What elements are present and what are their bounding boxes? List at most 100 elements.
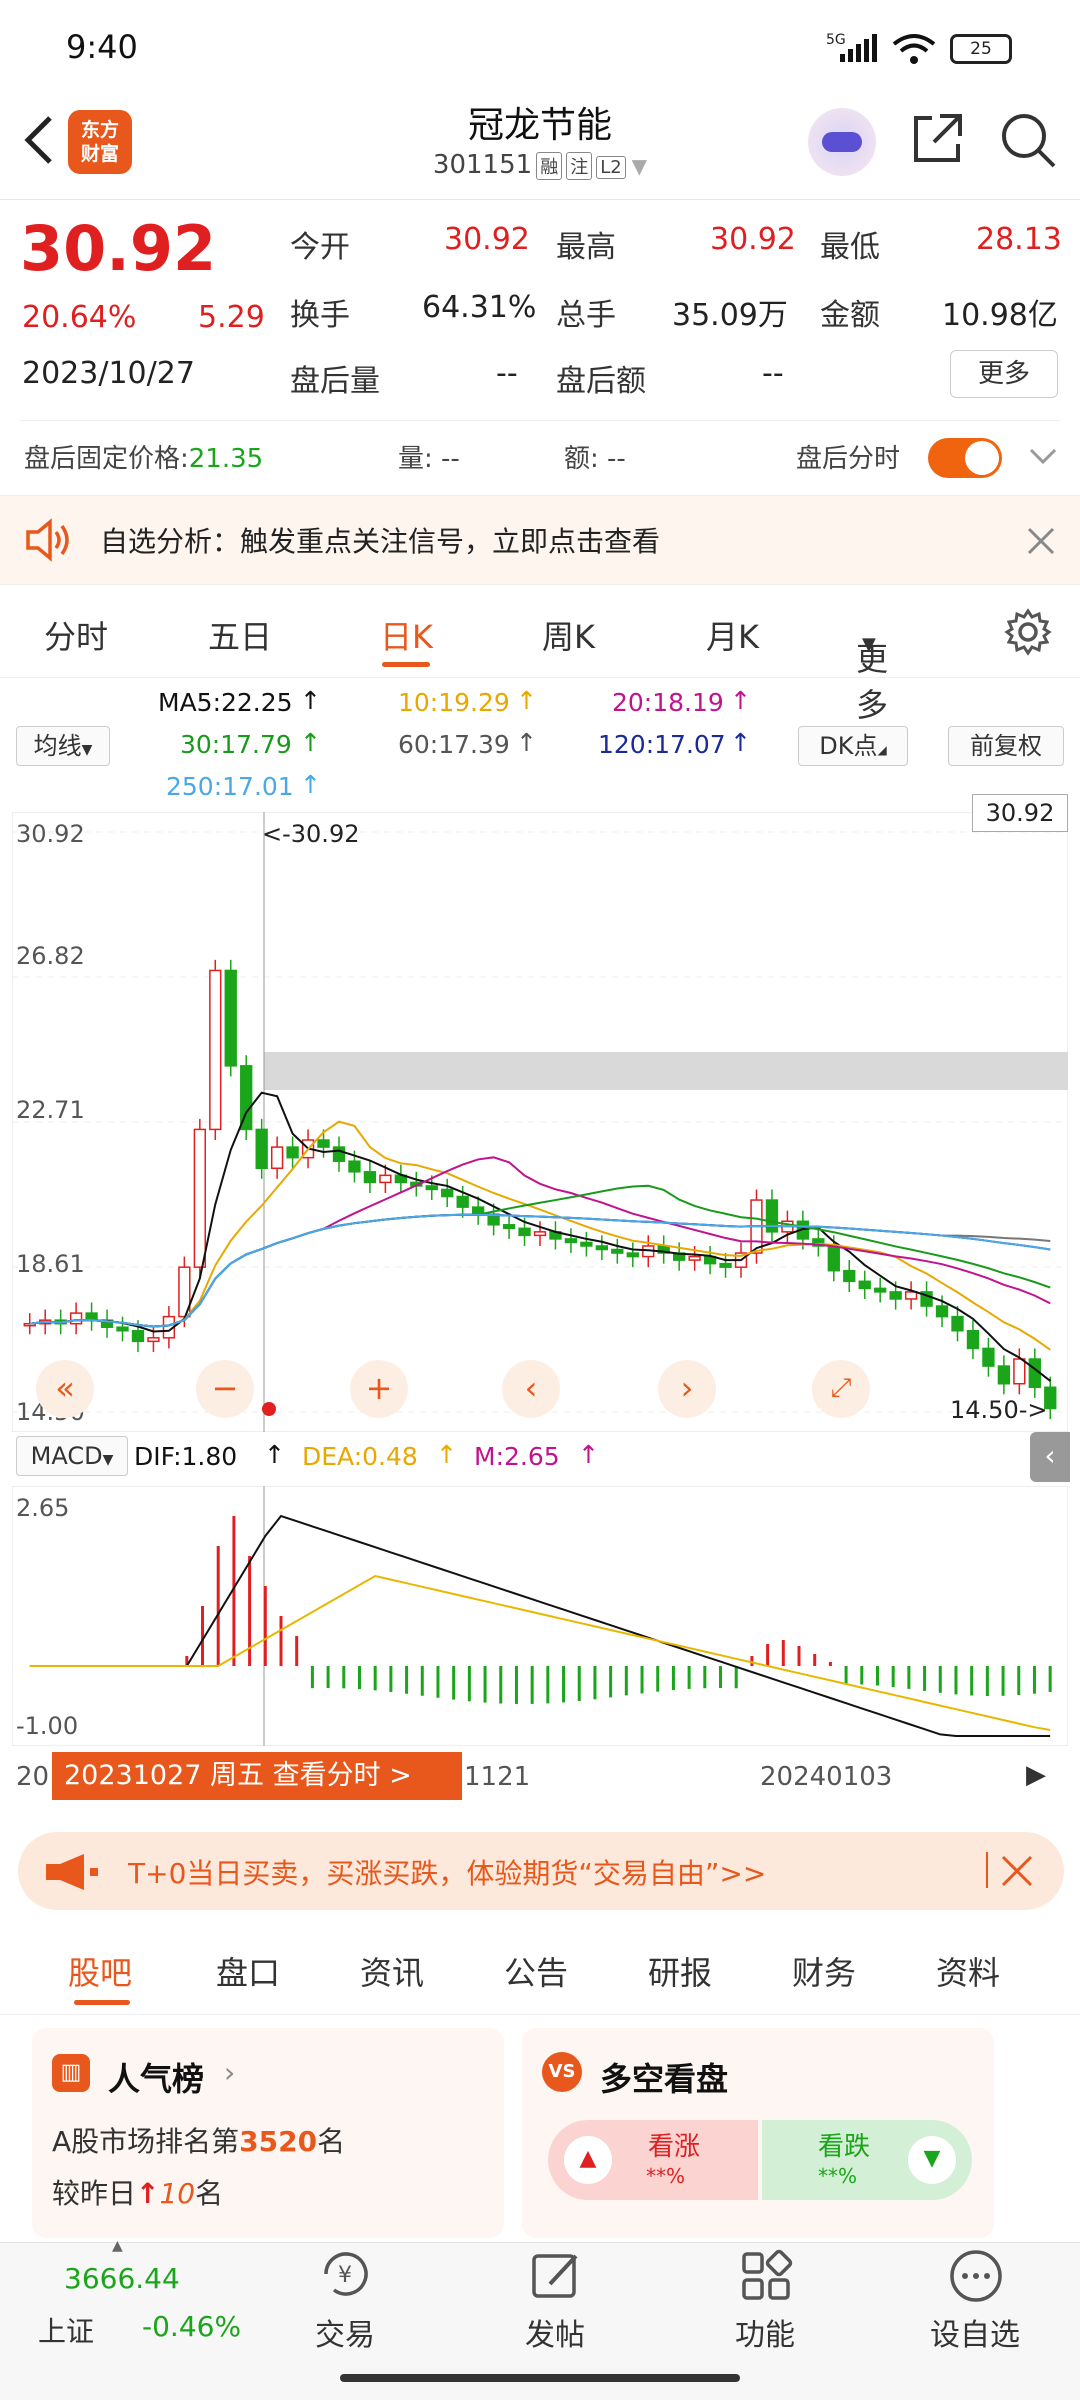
indicator-selector[interactable]: 均线▼: [16, 726, 110, 766]
bull-bear-title: 多空看盘: [600, 2060, 729, 2098]
assistant-avatar[interactable]: [808, 108, 876, 176]
tab-announcements[interactable]: 公告: [504, 1948, 568, 1994]
wifi-icon: [892, 34, 936, 64]
vs-icon: VS: [542, 2052, 582, 2092]
promo-banner[interactable]: T+0当日买卖，买涨买跌，体验期货“交易自由”>>: [18, 1832, 1064, 1910]
bull-button[interactable]: ▲ 看涨 **%: [548, 2120, 758, 2200]
trade-icon[interactable]: ¥: [318, 2248, 374, 2300]
macd-y-tick: -1.00: [16, 1712, 79, 1740]
collapse-panel-button[interactable]: ‹: [1030, 1432, 1070, 1482]
up-arrow-icon: ↑: [300, 728, 321, 757]
search-icon[interactable]: [998, 110, 1058, 170]
tab-forum[interactable]: 股吧: [68, 1948, 132, 1994]
amount-value: 10.98亿: [942, 298, 1058, 333]
open-label: 今开: [290, 230, 350, 265]
nav-function[interactable]: 功能: [690, 2310, 840, 2354]
active-subtab-indicator: [74, 2000, 130, 2005]
marker-dot: [262, 1402, 276, 1416]
scroll-left-button[interactable]: ‹: [502, 1360, 560, 1418]
tab-monthly-k[interactable]: 月K: [706, 612, 759, 658]
edit-icon[interactable]: [528, 2248, 584, 2304]
signal-icon: [840, 34, 877, 62]
divider: [20, 420, 1060, 421]
afterhours-amount-text: 额: --: [564, 444, 626, 474]
bull-label: 看涨: [648, 2132, 701, 2162]
tab-daily-k[interactable]: 日K: [380, 612, 433, 658]
up-arrow-icon: ↑: [136, 2177, 160, 2210]
analysis-notice[interactable]: 自选分析：触发重点关注信号，立即点击查看: [0, 495, 1080, 585]
tab-news[interactable]: 资讯: [360, 1948, 424, 1994]
percent-change: 20.64%: [22, 300, 137, 335]
tab-finance[interactable]: 财务: [792, 1948, 856, 1994]
dk-point-button[interactable]: DK点◢: [798, 726, 908, 766]
chevron-down-icon: ▼: [631, 154, 648, 178]
play-icon[interactable]: ▶: [1026, 1760, 1046, 1790]
y-tick-label: 26.82: [16, 942, 85, 970]
caret-down-icon: ▼: [102, 1452, 114, 1468]
y-tick-label: 22.71: [16, 1096, 85, 1124]
tab-profile[interactable]: 资料: [936, 1948, 1000, 1994]
close-icon[interactable]: [1026, 526, 1056, 556]
megaphone-icon: [46, 1854, 98, 1890]
high-label: 最高: [556, 230, 616, 265]
zoom-out-button[interactable]: −: [196, 1360, 254, 1418]
nav-add-watchlist[interactable]: 设自选: [900, 2310, 1050, 2354]
nav-post[interactable]: 发帖: [480, 2310, 630, 2354]
active-tab-indicator: [382, 662, 430, 667]
rank-suffix: 名: [317, 2125, 346, 2158]
more-icon[interactable]: [948, 2248, 1004, 2304]
period-tabs: 分时 五日 日K 周K 月K 更多 ▼: [0, 590, 1080, 724]
candlestick-chart[interactable]: [12, 812, 1068, 1432]
rank-change-text: 较昨日: [52, 2177, 137, 2210]
popularity-card[interactable]: ▥ 人气榜 › A股市场排名第3520名 较昨日↑10名: [32, 2028, 504, 2238]
ma60-label: 60:17.39: [398, 730, 510, 759]
low-label: 最低: [820, 230, 880, 265]
apps-icon[interactable]: [738, 2248, 794, 2304]
status-bar: 9:40 5G 25: [0, 0, 1080, 95]
zoom-out-far-button[interactable]: «: [36, 1360, 94, 1418]
zoom-in-button[interactable]: +: [350, 1360, 408, 1418]
quote-date: 2023/10/27: [22, 356, 195, 391]
up-arrow-icon: ↑: [516, 728, 537, 757]
index-percent[interactable]: -0.46%: [142, 2310, 241, 2343]
adjust-selector[interactable]: 前复权: [948, 726, 1064, 766]
tab-orderbook[interactable]: 盘口: [216, 1948, 280, 1994]
macd-chart[interactable]: [12, 1486, 1068, 1746]
ma5-label: MA5:22.25: [158, 688, 293, 717]
index-value[interactable]: 3666.44: [64, 2262, 180, 2295]
rank-change-value: 10: [159, 2177, 196, 2210]
max-price-label: <-30.92: [262, 820, 360, 848]
bear-button[interactable]: 看跌 **% ▼: [762, 2120, 972, 2200]
open-value: 30.92: [444, 222, 530, 257]
scroll-right-button[interactable]: ›: [658, 1360, 716, 1418]
more-quote-button[interactable]: 更多: [950, 350, 1058, 398]
chevron-down-icon[interactable]: [1028, 446, 1058, 466]
dk-point-label: DK点: [819, 732, 878, 760]
bear-label: 看跌: [818, 2132, 871, 2162]
afterhours-price-value: 21.35: [188, 444, 264, 474]
rank-line: A股市场排名第3520名: [52, 2120, 345, 2160]
bull-bear-card[interactable]: VS 多空看盘 ▲ 看涨 **% 看跌 **% ▼: [522, 2028, 994, 2238]
turnover-label: 换手: [290, 298, 350, 333]
sub-indicator-selector[interactable]: MACD▼: [16, 1436, 128, 1476]
popularity-title: 人气榜: [108, 2060, 205, 2098]
tab-research[interactable]: 研报: [648, 1948, 712, 1994]
ma10-label: 10:19.29: [398, 688, 510, 717]
gear-icon[interactable]: [1004, 608, 1052, 656]
share-icon[interactable]: [910, 110, 966, 166]
rank-change-suffix: 名: [195, 2177, 224, 2210]
index-name[interactable]: 上证: [38, 2310, 94, 2350]
afterhours-toggle[interactable]: [928, 438, 1002, 478]
tab-weekly-k[interactable]: 周K: [542, 612, 595, 658]
price-change: 5.29: [198, 300, 265, 335]
tab-five-day[interactable]: 五日: [208, 612, 272, 658]
fullscreen-button[interactable]: ⤢: [812, 1360, 870, 1418]
nav-trade[interactable]: 交易: [270, 2310, 420, 2354]
close-icon[interactable]: [1000, 1854, 1034, 1888]
caret-up-icon: ▲: [112, 2238, 123, 2254]
rank-value: 3520: [239, 2125, 318, 2158]
tag-registration: 注: [566, 152, 593, 180]
tab-intraday[interactable]: 分时: [44, 612, 108, 658]
caret-down-icon: ▼: [862, 634, 876, 655]
date-tooltip-button[interactable]: 20231027 周五 查看分时 >: [52, 1752, 462, 1800]
